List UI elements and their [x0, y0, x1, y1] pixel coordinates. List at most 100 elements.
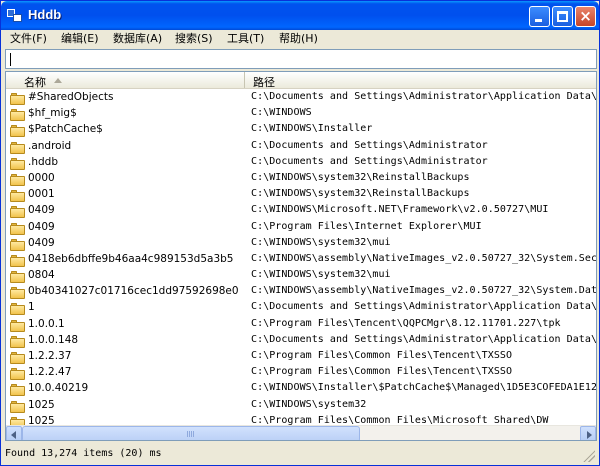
column-name-label: 名称 — [24, 76, 46, 89]
item-name: 0409 — [28, 220, 55, 233]
item-path: C:\Documents and Settings\Administrator\… — [251, 333, 596, 345]
maximize-button[interactable] — [552, 6, 573, 27]
list-item[interactable]: #SharedObjects C:\Documents and Settings\… — [6, 90, 596, 106]
item-name: 0409 — [28, 236, 55, 249]
horizontal-scrollbar[interactable] — [6, 425, 596, 440]
list-item[interactable]: 0001 C:\WINDOWS\system32\ReinstallBackups — [6, 187, 596, 203]
list-item[interactable]: 1.0.0.148 C:\Documents and Settings\Admin… — [6, 333, 596, 349]
folder-icon — [10, 352, 26, 364]
menu-file[interactable]: 文件(F) — [7, 31, 50, 47]
folder-icon — [10, 238, 26, 251]
folder-icon — [10, 319, 26, 332]
folder-icon — [10, 303, 26, 316]
window-title: Hddb — [28, 7, 62, 22]
column-path-label: 路径 — [253, 76, 275, 89]
item-path: C:\Documents and Settings\Administrator\… — [251, 301, 596, 313]
item-name: 10.0.40219 — [28, 382, 89, 395]
folder-icon — [10, 287, 26, 300]
app-icon — [7, 7, 23, 23]
arrow-left-icon — [11, 431, 16, 439]
grip-icon — [187, 431, 195, 437]
close-button[interactable]: × — [575, 6, 596, 27]
list-item[interactable]: 0418eb6dbffe9b46aa4c989153d5a3b5 C:\WINDO… — [6, 252, 596, 268]
results-list[interactable]: 名称 路径 #SharedObjects C:\Documents and Set… — [5, 71, 597, 441]
item-path: C:\WINDOWS\system32 — [251, 398, 367, 410]
menu-search[interactable]: 搜索(S) — [172, 31, 216, 47]
item-name: 0001 — [28, 188, 55, 201]
item-path: C:\WINDOWS\system32\ReinstallBackups — [251, 188, 470, 200]
item-name: 0000 — [28, 171, 55, 184]
item-name: 1.0.0.1 — [28, 317, 65, 330]
list-item[interactable]: 1.2.2.47 C:\Program Files\Common Files\Te… — [6, 365, 596, 381]
list-rows: #SharedObjects C:\Documents and Settings\… — [6, 90, 596, 426]
search-input[interactable] — [5, 49, 597, 69]
item-path: C:\Program Files\Internet Explorer\MUI — [251, 220, 482, 232]
item-path: C:\WINDOWS\system32\mui — [251, 236, 391, 248]
list-item[interactable]: 1 C:\Documents and Settings\Administrator… — [6, 300, 596, 316]
item-path: C:\WINDOWS\Installer\$PatchCache$\Manage… — [251, 382, 596, 394]
scroll-thumb[interactable] — [22, 426, 360, 440]
item-name: 1.0.0.148 — [28, 333, 79, 346]
item-name: $PatchCache$ — [28, 123, 103, 136]
folder-icon — [10, 190, 26, 203]
item-path: C:\WINDOWS\Installer — [251, 123, 373, 135]
folder-icon — [10, 157, 26, 170]
item-name: 0b40341027c01716cec1dd97592698e0 — [28, 285, 239, 298]
item-name: 1025 — [28, 398, 55, 411]
list-item[interactable]: $hf_mig$ C:\WINDOWS — [6, 106, 596, 122]
list-header: 名称 路径 — [6, 72, 596, 89]
folder-icon — [10, 368, 26, 381]
list-item[interactable]: 0409 C:\WINDOWS\Microsoft.NET\Framework\v… — [6, 203, 596, 219]
item-name: 0418eb6dbffe9b46aa4c989153d5a3b5 — [28, 252, 234, 265]
menu-edit[interactable]: 编辑(E) — [58, 31, 102, 47]
folder-icon — [10, 206, 26, 219]
item-name: 0804 — [28, 269, 55, 282]
item-path: C:\Program Files\Common Files\Tencent\TX… — [251, 366, 513, 378]
item-name: .hddb — [28, 155, 58, 168]
folder-icon — [10, 222, 26, 235]
folder-icon — [10, 384, 26, 397]
list-item[interactable]: 0804 C:\WINDOWS\system32\mui — [6, 268, 596, 284]
item-path: C:\Documents and Settings\Administrator\… — [251, 91, 596, 102]
maximize-icon — [557, 11, 568, 22]
list-item[interactable]: 0409 C:\Program Files\Internet Explorer\M… — [6, 220, 596, 236]
text-caret — [10, 53, 11, 66]
resize-grip-icon[interactable] — [583, 450, 595, 462]
list-item[interactable]: 10.0.40219 C:\WINDOWS\Installer\$PatchCac… — [6, 381, 596, 397]
item-path: C:\Program Files\Common Files\Tencent\TX… — [251, 350, 513, 361]
menu-bar: 文件(F) 编辑(E) 数据库(A) 搜索(S) 工具(T) 帮助(H) — [5, 30, 597, 48]
item-path: C:\WINDOWS — [251, 107, 312, 119]
item-name: #SharedObjects — [28, 91, 114, 103]
folder-icon — [10, 400, 26, 413]
list-item[interactable]: .hddb C:\Documents and Settings\Administr… — [6, 155, 596, 171]
list-item[interactable]: $PatchCache$ C:\WINDOWS\Installer — [6, 122, 596, 138]
list-item[interactable]: 0409 C:\WINDOWS\system32\mui — [6, 236, 596, 252]
column-header-name[interactable]: 名称 — [6, 72, 245, 89]
menu-database[interactable]: 数据库(A) — [110, 31, 165, 47]
folder-icon — [10, 335, 26, 348]
item-name: 1.2.2.37 — [28, 350, 72, 362]
folder-icon — [10, 254, 26, 267]
menu-help[interactable]: 帮助(H) — [276, 31, 321, 47]
scroll-right-button[interactable] — [580, 426, 596, 440]
menu-tools[interactable]: 工具(T) — [224, 31, 267, 47]
list-item[interactable]: 1025 C:\WINDOWS\system32 — [6, 398, 596, 414]
item-path: C:\Program Files\Tencent\QQPCMgr\8.12.11… — [251, 317, 561, 329]
status-bar: Found 13,274 items (20) ms — [5, 444, 597, 464]
item-name: $hf_mig$ — [28, 107, 77, 120]
list-item[interactable]: 0000 C:\WINDOWS\system32\ReinstallBackups — [6, 171, 596, 187]
scroll-left-button[interactable] — [6, 426, 22, 440]
list-item[interactable]: 0b40341027c01716cec1dd97592698e0 C:\WINDO… — [6, 284, 596, 300]
item-path: C:\WINDOWS\assembly\NativeImages_v2.0.50… — [251, 285, 596, 297]
status-text: Found 13,274 items (20) ms — [5, 448, 162, 459]
minimize-button[interactable] — [529, 6, 550, 27]
close-icon: × — [579, 7, 592, 25]
item-name: 0409 — [28, 204, 55, 217]
list-item[interactable]: .android C:\Documents and Settings\Admini… — [6, 139, 596, 155]
list-item[interactable]: 1.2.2.37 C:\Program Files\Common Files\Te… — [6, 349, 596, 365]
title-bar[interactable]: Hddb × — [1, 1, 599, 30]
folder-icon — [10, 173, 26, 186]
column-header-path[interactable]: 路径 — [246, 72, 596, 89]
list-item[interactable]: 1.0.0.1 C:\Program Files\Tencent\QQPCMgr\… — [6, 317, 596, 333]
arrow-right-icon — [587, 431, 592, 439]
